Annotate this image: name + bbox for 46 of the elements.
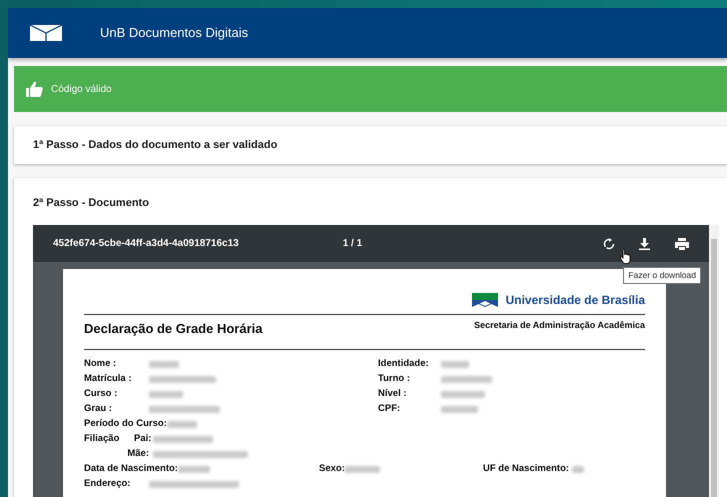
page-counter: 1 / 1 bbox=[342, 237, 362, 251]
field-label: Nível : bbox=[378, 386, 408, 401]
field-label: Grau : bbox=[84, 402, 113, 416]
field-label: Identidade: bbox=[378, 356, 430, 371]
field-label: Mãe: bbox=[126, 446, 149, 461]
blurred-value bbox=[441, 376, 492, 382]
field-label: Pai: bbox=[134, 432, 149, 446]
blurred-value bbox=[441, 360, 469, 368]
field-label: Filiação bbox=[84, 432, 120, 446]
document-title: Declaração de Grade Horária bbox=[84, 320, 262, 338]
blurred-value bbox=[149, 376, 216, 382]
blurred-value bbox=[153, 436, 213, 442]
field-label: Turno : bbox=[378, 372, 412, 386]
blurred-value bbox=[166, 420, 197, 428]
success-message: Código válido bbox=[51, 82, 112, 96]
step-title: 1ª Passo - Dados do documento a ser validado bbox=[32, 138, 278, 153]
field-label: UF de Nascimento: bbox=[483, 462, 570, 476]
blurred-value bbox=[149, 406, 220, 412]
field-label: Nome : bbox=[84, 356, 118, 371]
envelope-logo-icon bbox=[30, 25, 62, 41]
print-icon[interactable] bbox=[675, 238, 689, 250]
field-label: Período do Curso: bbox=[84, 416, 167, 431]
blurred-value bbox=[178, 466, 210, 472]
download-icon[interactable] bbox=[639, 238, 650, 250]
blurred-value bbox=[572, 466, 584, 472]
university-logo-icon bbox=[472, 293, 498, 307]
blurred-value bbox=[441, 406, 478, 412]
step-title: 2ª Passo - Documento bbox=[32, 196, 150, 210]
field-label: Data de Nascimento: bbox=[84, 462, 178, 476]
rotate-icon[interactable] bbox=[603, 238, 615, 250]
blurred-value bbox=[149, 360, 179, 368]
field-label: Sexo: bbox=[319, 462, 345, 476]
field-label: Endereço: bbox=[84, 476, 132, 491]
field-label: Matrícula : bbox=[84, 372, 133, 386]
university-name: Universidade de Brasília bbox=[506, 292, 645, 309]
blurred-value bbox=[149, 390, 183, 398]
hand-pointer-icon bbox=[620, 249, 631, 264]
app-title: UnB Documentos Digitais bbox=[100, 24, 248, 42]
blurred-value bbox=[344, 466, 380, 472]
thumbs-up-icon bbox=[26, 81, 43, 97]
field-label: CPF: bbox=[378, 402, 402, 416]
blurred-value bbox=[441, 390, 485, 398]
download-tooltip: Fazer o download bbox=[623, 267, 701, 284]
file-name: 452fe674-5cbe-44ff-a3d4-4a0918716c13 bbox=[53, 237, 239, 251]
office-name: Secretaria de Administração Acadêmica bbox=[474, 319, 645, 332]
field-label: Curso : bbox=[84, 386, 118, 401]
